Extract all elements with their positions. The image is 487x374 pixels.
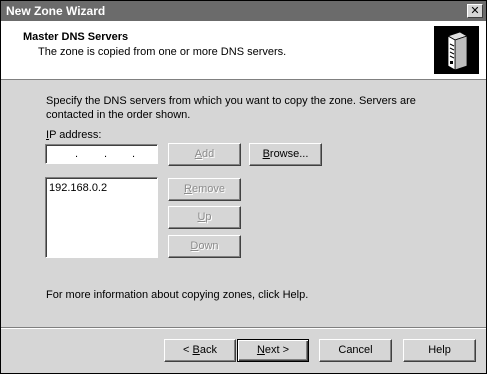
browse-button[interactable]: Browse...	[249, 143, 322, 166]
down-button[interactable]: Down	[168, 235, 241, 258]
wizard-header: Master DNS Servers The zone is copied fr…	[1, 21, 486, 80]
help-button[interactable]: Help	[403, 339, 476, 362]
remove-button[interactable]: Remove	[168, 178, 241, 201]
ip-octet-separator: .	[132, 148, 136, 160]
server-icon	[434, 26, 479, 74]
footer-divider	[1, 327, 486, 329]
back-button[interactable]: < Back	[164, 339, 236, 362]
window-title: New Zone Wizard	[6, 4, 106, 18]
instructions-text: Specify the DNS servers from which you w…	[46, 95, 416, 121]
page-title: Master DNS Servers	[23, 31, 129, 43]
title-bar: New Zone Wizard ✕	[1, 1, 486, 21]
help-info-text: For more information about copying zones…	[46, 289, 309, 301]
add-button[interactable]: Add	[168, 143, 241, 166]
wizard-window: New Zone Wizard ✕ Master DNS Servers The…	[0, 0, 487, 374]
cancel-button[interactable]: Cancel	[319, 339, 392, 362]
list-item[interactable]: 192.168.0.2	[49, 182, 107, 194]
ip-octet-separator: .	[75, 148, 79, 160]
server-list[interactable]: 192.168.0.2	[45, 177, 158, 258]
next-button[interactable]: Next >	[237, 339, 309, 362]
close-icon: ✕	[470, 4, 480, 17]
ip-octet-separator: .	[104, 148, 108, 160]
ip-address-input[interactable]: . . .	[45, 144, 158, 164]
ip-address-label: IP address:	[46, 129, 102, 141]
close-button[interactable]: ✕	[467, 4, 483, 18]
up-button[interactable]: Up	[168, 206, 241, 229]
page-subtitle: The zone is copied from one or more DNS …	[38, 46, 287, 58]
